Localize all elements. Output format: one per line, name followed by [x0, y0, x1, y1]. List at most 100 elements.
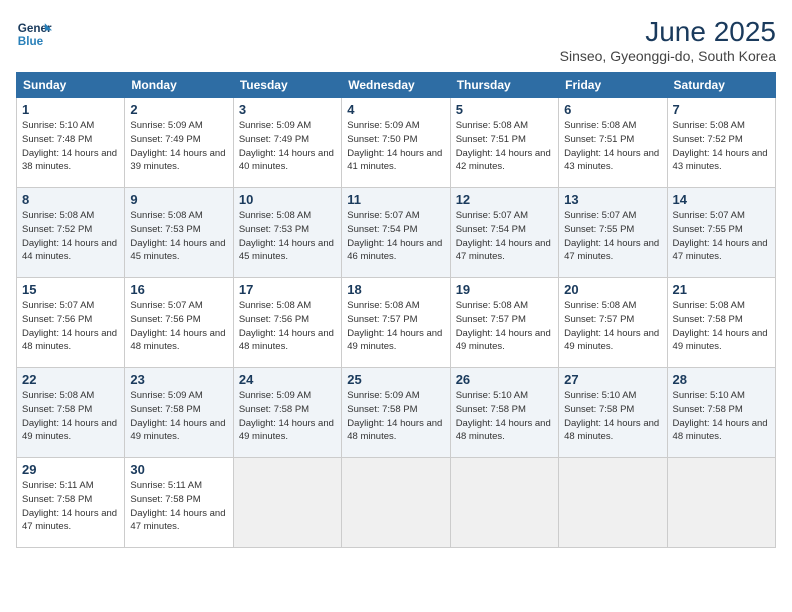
day-info: Sunrise: 5:08 AMSunset: 7:56 PMDaylight:… [239, 299, 336, 354]
calendar-cell: 27 Sunrise: 5:10 AMSunset: 7:58 PMDayligh… [559, 368, 667, 458]
day-info: Sunrise: 5:08 AMSunset: 7:58 PMDaylight:… [22, 389, 119, 444]
day-info: Sunrise: 5:07 AMSunset: 7:54 PMDaylight:… [456, 209, 553, 264]
day-number: 1 [22, 102, 119, 117]
day-number: 17 [239, 282, 336, 297]
day-info: Sunrise: 5:08 AMSunset: 7:53 PMDaylight:… [130, 209, 227, 264]
day-number: 27 [564, 372, 661, 387]
col-wednesday: Wednesday [342, 73, 450, 98]
day-info: Sunrise: 5:08 AMSunset: 7:57 PMDaylight:… [564, 299, 661, 354]
calendar-cell [342, 458, 450, 548]
day-number: 24 [239, 372, 336, 387]
day-info: Sunrise: 5:11 AMSunset: 7:58 PMDaylight:… [22, 479, 119, 534]
day-number: 22 [22, 372, 119, 387]
day-number: 5 [456, 102, 553, 117]
calendar-cell [233, 458, 341, 548]
week-row-5: 29 Sunrise: 5:11 AMSunset: 7:58 PMDayligh… [17, 458, 776, 548]
day-number: 4 [347, 102, 444, 117]
calendar-cell: 13 Sunrise: 5:07 AMSunset: 7:55 PMDayligh… [559, 188, 667, 278]
col-friday: Friday [559, 73, 667, 98]
calendar-cell: 8 Sunrise: 5:08 AMSunset: 7:52 PMDaylight… [17, 188, 125, 278]
col-thursday: Thursday [450, 73, 558, 98]
day-info: Sunrise: 5:08 AMSunset: 7:57 PMDaylight:… [347, 299, 444, 354]
day-number: 13 [564, 192, 661, 207]
calendar-cell: 26 Sunrise: 5:10 AMSunset: 7:58 PMDayligh… [450, 368, 558, 458]
day-info: Sunrise: 5:08 AMSunset: 7:51 PMDaylight:… [564, 119, 661, 174]
col-saturday: Saturday [667, 73, 775, 98]
calendar-cell [667, 458, 775, 548]
calendar-cell: 9Sunrise: 5:08 AMSunset: 7:53 PMDaylight… [125, 188, 233, 278]
day-number: 10 [239, 192, 336, 207]
day-info: Sunrise: 5:09 AMSunset: 7:58 PMDaylight:… [130, 389, 227, 444]
day-info: Sunrise: 5:08 AMSunset: 7:53 PMDaylight:… [239, 209, 336, 264]
day-info: Sunrise: 5:07 AMSunset: 7:54 PMDaylight:… [347, 209, 444, 264]
calendar-cell [450, 458, 558, 548]
day-info: Sunrise: 5:08 AMSunset: 7:57 PMDaylight:… [456, 299, 553, 354]
calendar-cell: 4 Sunrise: 5:09 AMSunset: 7:50 PMDaylight… [342, 98, 450, 188]
calendar-title: June 2025 [560, 16, 776, 48]
calendar-cell: 11 Sunrise: 5:07 AMSunset: 7:54 PMDayligh… [342, 188, 450, 278]
day-number: 19 [456, 282, 553, 297]
day-number: 20 [564, 282, 661, 297]
logo-icon: General Blue [16, 16, 52, 52]
calendar-cell: 18 Sunrise: 5:08 AMSunset: 7:57 PMDayligh… [342, 278, 450, 368]
calendar-cell: 28Sunrise: 5:10 AMSunset: 7:58 PMDayligh… [667, 368, 775, 458]
calendar-cell: 2 Sunrise: 5:09 AMSunset: 7:49 PMDaylight… [125, 98, 233, 188]
calendar-cell: 30Sunrise: 5:11 AMSunset: 7:58 PMDayligh… [125, 458, 233, 548]
calendar-cell: 14 Sunrise: 5:07 AMSunset: 7:55 PMDayligh… [667, 188, 775, 278]
day-info: Sunrise: 5:07 AMSunset: 7:55 PMDaylight:… [673, 209, 770, 264]
week-row-4: 22 Sunrise: 5:08 AMSunset: 7:58 PMDayligh… [17, 368, 776, 458]
day-number: 23 [130, 372, 227, 387]
day-number: 8 [22, 192, 119, 207]
calendar-cell: 7 Sunrise: 5:08 AMSunset: 7:52 PMDaylight… [667, 98, 775, 188]
day-number: 26 [456, 372, 553, 387]
day-number: 11 [347, 192, 444, 207]
calendar-cell: 24Sunrise: 5:09 AMSunset: 7:58 PMDayligh… [233, 368, 341, 458]
calendar-cell: 29 Sunrise: 5:11 AMSunset: 7:58 PMDayligh… [17, 458, 125, 548]
svg-text:Blue: Blue [18, 35, 44, 48]
day-number: 29 [22, 462, 119, 477]
calendar-cell: 10 Sunrise: 5:08 AMSunset: 7:53 PMDayligh… [233, 188, 341, 278]
day-number: 12 [456, 192, 553, 207]
calendar-cell: 6Sunrise: 5:08 AMSunset: 7:51 PMDaylight… [559, 98, 667, 188]
calendar-cell: 21 Sunrise: 5:08 AMSunset: 7:58 PMDayligh… [667, 278, 775, 368]
calendar-cell [559, 458, 667, 548]
day-info: Sunrise: 5:07 AMSunset: 7:55 PMDaylight:… [564, 209, 661, 264]
day-number: 25 [347, 372, 444, 387]
calendar-cell: 17 Sunrise: 5:08 AMSunset: 7:56 PMDayligh… [233, 278, 341, 368]
day-info: Sunrise: 5:08 AMSunset: 7:52 PMDaylight:… [673, 119, 770, 174]
day-info: Sunrise: 5:08 AMSunset: 7:51 PMDaylight:… [456, 119, 553, 174]
title-area: June 2025 Sinseo, Gyeonggi-do, South Kor… [560, 16, 776, 64]
col-tuesday: Tuesday [233, 73, 341, 98]
calendar-cell: 1Sunrise: 5:10 AMSunset: 7:48 PMDaylight… [17, 98, 125, 188]
day-info: Sunrise: 5:07 AMSunset: 7:56 PMDaylight:… [22, 299, 119, 354]
calendar-cell: 23 Sunrise: 5:09 AMSunset: 7:58 PMDayligh… [125, 368, 233, 458]
day-number: 30 [130, 462, 227, 477]
calendar-cell: 3Sunrise: 5:09 AMSunset: 7:49 PMDaylight… [233, 98, 341, 188]
day-info: Sunrise: 5:10 AMSunset: 7:58 PMDaylight:… [456, 389, 553, 444]
calendar-cell: 16 Sunrise: 5:07 AMSunset: 7:56 PMDayligh… [125, 278, 233, 368]
day-number: 3 [239, 102, 336, 117]
calendar-cell: 15 Sunrise: 5:07 AMSunset: 7:56 PMDayligh… [17, 278, 125, 368]
week-row-2: 8 Sunrise: 5:08 AMSunset: 7:52 PMDaylight… [17, 188, 776, 278]
day-info: Sunrise: 5:10 AMSunset: 7:58 PMDaylight:… [564, 389, 661, 444]
day-number: 2 [130, 102, 227, 117]
day-info: Sunrise: 5:07 AMSunset: 7:56 PMDaylight:… [130, 299, 227, 354]
day-number: 16 [130, 282, 227, 297]
logo: General Blue [16, 16, 52, 52]
calendar-subtitle: Sinseo, Gyeonggi-do, South Korea [560, 48, 776, 64]
day-info: Sunrise: 5:09 AMSunset: 7:49 PMDaylight:… [130, 119, 227, 174]
calendar-cell: 12 Sunrise: 5:07 AMSunset: 7:54 PMDayligh… [450, 188, 558, 278]
day-info: Sunrise: 5:10 AMSunset: 7:58 PMDaylight:… [673, 389, 770, 444]
day-info: Sunrise: 5:08 AMSunset: 7:52 PMDaylight:… [22, 209, 119, 264]
week-row-3: 15 Sunrise: 5:07 AMSunset: 7:56 PMDayligh… [17, 278, 776, 368]
day-number: 7 [673, 102, 770, 117]
day-info: Sunrise: 5:09 AMSunset: 7:50 PMDaylight:… [347, 119, 444, 174]
col-sunday: Sunday [17, 73, 125, 98]
day-number: 14 [673, 192, 770, 207]
calendar-cell: 5 Sunrise: 5:08 AMSunset: 7:51 PMDaylight… [450, 98, 558, 188]
day-info: Sunrise: 5:08 AMSunset: 7:58 PMDaylight:… [673, 299, 770, 354]
day-number: 21 [673, 282, 770, 297]
week-row-1: 1Sunrise: 5:10 AMSunset: 7:48 PMDaylight… [17, 98, 776, 188]
day-number: 15 [22, 282, 119, 297]
day-number: 18 [347, 282, 444, 297]
